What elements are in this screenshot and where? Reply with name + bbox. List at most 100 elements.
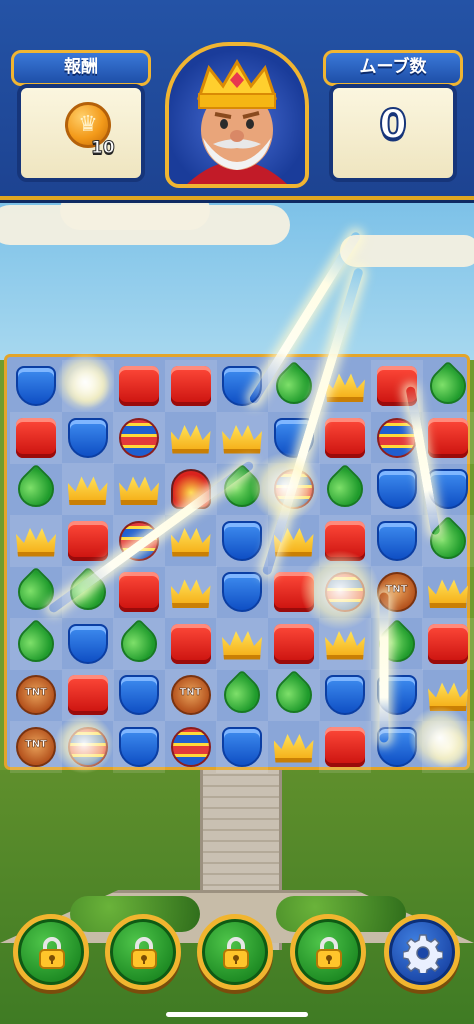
- board-cell[interactable]: [10, 360, 62, 412]
- board-cell[interactable]: [370, 669, 423, 721]
- board-cell[interactable]: [268, 412, 320, 464]
- blue-piece: [16, 366, 56, 406]
- board-cell[interactable]: [370, 360, 423, 412]
- board-cell[interactable]: [62, 515, 114, 567]
- king-portrait-icon: [187, 59, 287, 184]
- board-cell[interactable]: TNT: [10, 669, 62, 721]
- tnt-piece: TNT: [16, 675, 56, 715]
- board-cell[interactable]: [165, 721, 217, 773]
- board-cell[interactable]: [319, 720, 371, 773]
- crown-piece: [170, 425, 211, 454]
- board-cell[interactable]: [10, 514, 62, 567]
- board-cell[interactable]: [422, 669, 474, 721]
- booster-button-4[interactable]: [290, 914, 366, 990]
- toy-piece: [376, 417, 417, 458]
- board-cell[interactable]: [61, 669, 114, 721]
- blue-piece: [222, 726, 262, 767]
- board-cell[interactable]: [216, 566, 268, 618]
- reward-panel: 報酬 ♛ 10: [11, 50, 151, 184]
- board-cell[interactable]: [422, 617, 474, 670]
- board-cell[interactable]: [113, 617, 165, 670]
- board-cell[interactable]: [370, 463, 423, 515]
- tnt-label: TNT: [179, 687, 202, 699]
- board-cell[interactable]: [319, 617, 371, 670]
- board-cell[interactable]: [62, 412, 114, 464]
- green-piece: [268, 360, 319, 412]
- home-indicator[interactable]: [166, 1012, 308, 1017]
- board-cell[interactable]: [164, 566, 217, 618]
- red-piece: [273, 623, 314, 664]
- board-cell[interactable]: [10, 566, 62, 618]
- board-cell[interactable]: [267, 566, 320, 618]
- board-cell[interactable]: [268, 515, 320, 567]
- board-cell[interactable]: [267, 360, 320, 412]
- board-cell[interactable]: [10, 617, 62, 670]
- board-cell[interactable]: [371, 618, 423, 670]
- board-cell[interactable]: [113, 669, 165, 721]
- board-cell[interactable]: [319, 669, 371, 721]
- board-cell[interactable]: [62, 721, 114, 773]
- booster-button-2[interactable]: [105, 914, 181, 990]
- board-cell[interactable]: [113, 411, 165, 464]
- board-cell[interactable]: [319, 566, 371, 618]
- board-cell[interactable]: [10, 463, 62, 515]
- red-piece: [119, 572, 159, 612]
- board-cell[interactable]: [422, 720, 474, 773]
- board-cell[interactable]: [164, 360, 217, 412]
- board-cell[interactable]: [165, 618, 217, 670]
- board-cell[interactable]: [165, 515, 217, 567]
- board-cell[interactable]: [216, 463, 268, 515]
- moves-box: 0: [329, 84, 457, 182]
- board-cell[interactable]: [422, 411, 474, 464]
- toy-piece: [325, 572, 365, 612]
- board-cell[interactable]: [216, 669, 268, 721]
- board-cell[interactable]: [267, 463, 320, 515]
- board-cell[interactable]: [113, 463, 165, 515]
- board-cell[interactable]: [164, 463, 217, 515]
- red-piece: [428, 623, 468, 664]
- board-cell[interactable]: [113, 720, 165, 773]
- board-cell[interactable]: TNT: [370, 566, 423, 618]
- booster-button-3[interactable]: [197, 914, 273, 990]
- tnt-piece: TNT: [16, 726, 56, 767]
- blue-piece: [67, 417, 108, 458]
- board-cell[interactable]: [319, 463, 371, 515]
- board-cell[interactable]: [319, 514, 371, 567]
- red-piece: [170, 623, 211, 664]
- board-cell[interactable]: [268, 721, 320, 773]
- board-cell[interactable]: [216, 360, 268, 412]
- board-cell[interactable]: [216, 411, 268, 464]
- board-cell[interactable]: [62, 618, 114, 670]
- board-cell[interactable]: [61, 360, 114, 412]
- propeller-piece: [170, 469, 211, 509]
- board-cell[interactable]: [422, 360, 474, 412]
- board-cell[interactable]: [267, 669, 320, 721]
- board-cell[interactable]: [371, 412, 423, 464]
- board-cell[interactable]: [268, 618, 320, 670]
- board-cell[interactable]: TNT: [164, 669, 217, 721]
- board-cell[interactable]: [10, 411, 62, 464]
- board-cell[interactable]: TNT: [10, 720, 62, 773]
- green-piece: [422, 360, 474, 412]
- board-cell[interactable]: [319, 411, 371, 464]
- board-cell[interactable]: [422, 463, 474, 515]
- board-cell[interactable]: [319, 360, 371, 412]
- board-cell[interactable]: [216, 514, 268, 567]
- board-cell[interactable]: [113, 360, 165, 412]
- board-cell[interactable]: [113, 566, 165, 618]
- tnt-label: TNT: [24, 738, 48, 750]
- board-cell[interactable]: [165, 412, 217, 464]
- board-cell[interactable]: [422, 514, 474, 567]
- board-cell[interactable]: [216, 720, 268, 773]
- board-cell[interactable]: [216, 617, 268, 670]
- board-cell[interactable]: [371, 515, 423, 567]
- board-cell[interactable]: [113, 514, 165, 567]
- blue-piece: [222, 520, 262, 561]
- moves-count: 0: [378, 101, 408, 149]
- board-cell[interactable]: [61, 463, 114, 515]
- settings-button[interactable]: [384, 914, 460, 990]
- board-cell[interactable]: [61, 566, 114, 618]
- booster-button-1[interactable]: [13, 914, 89, 990]
- board-cell[interactable]: [371, 721, 423, 773]
- board-cell[interactable]: [422, 566, 474, 618]
